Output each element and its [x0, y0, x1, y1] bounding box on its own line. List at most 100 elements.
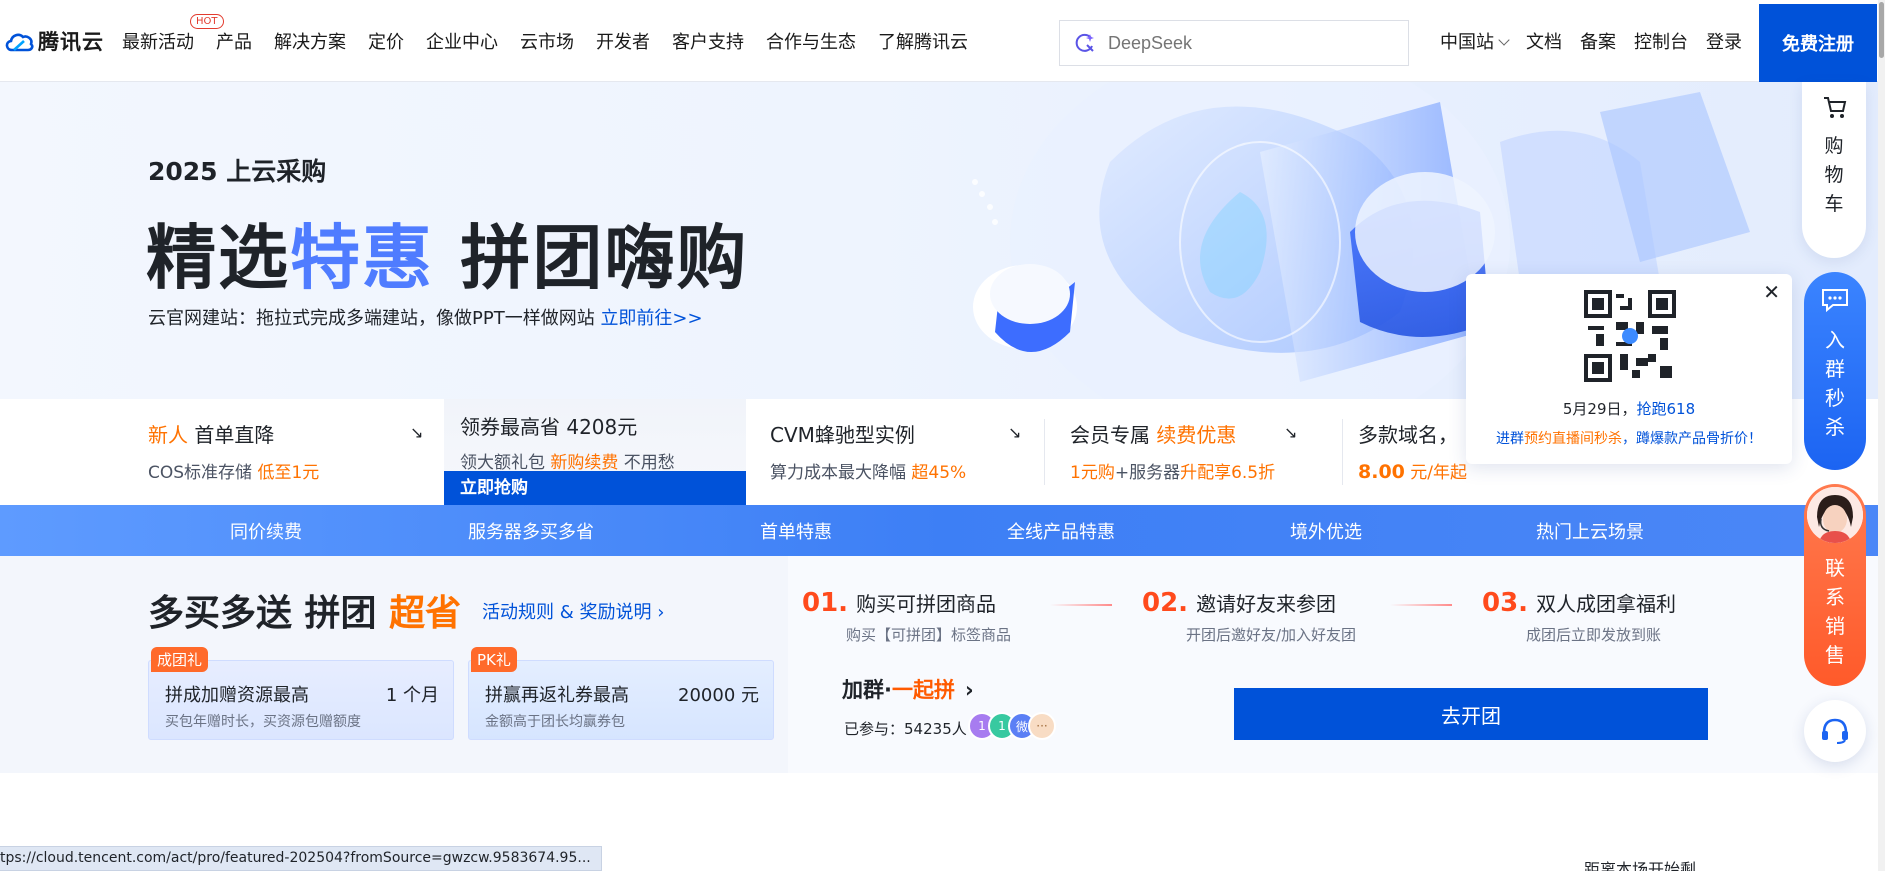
- promo-card-cvm[interactable]: CVM蜂驰型实例 算力成本最大降幅 超45% ↘: [770, 399, 1030, 505]
- hero-title-part3: 拼团嗨购: [434, 217, 749, 299]
- tab-same-price-renew[interactable]: 同价续费: [230, 518, 302, 544]
- tab-overseas[interactable]: 境外优选: [1290, 518, 1362, 544]
- promo-subtitle-text: 算力成本最大降幅: [770, 463, 912, 483]
- promo-title: CVM蜂驰型实例: [770, 423, 915, 447]
- docs-link[interactable]: 文档: [1526, 28, 1562, 54]
- popup-date-text: 5月29日，: [1562, 400, 1637, 418]
- tab-all-products[interactable]: 全线产品特惠: [1007, 518, 1115, 544]
- register-button[interactable]: 免费注册: [1759, 4, 1877, 82]
- promo-title-highlight: 新人: [148, 423, 188, 447]
- arrow-southeast-icon: ↘: [1284, 423, 1298, 442]
- nav-item-pricing[interactable]: 定价: [368, 28, 404, 54]
- tab-first-order[interactable]: 首单特惠: [760, 518, 832, 544]
- grab-now-button[interactable]: 立即抢购: [444, 471, 746, 505]
- top-nav: 腾讯云 最新活动 HOT 产品 解决方案 定价 企业中心 云市场 开发者 客户支持…: [0, 0, 1885, 82]
- promo-card-member[interactable]: 会员专属 续费优惠 1元购+服务器升配享6.5折 ↘: [1070, 399, 1304, 505]
- close-icon[interactable]: ✕: [1763, 280, 1780, 304]
- nav-item-support[interactable]: 客户支持: [672, 28, 744, 54]
- popup-date-link[interactable]: 抢跑618: [1637, 400, 1696, 418]
- login-link[interactable]: 登录: [1706, 28, 1742, 54]
- tencent-cloud-logo[interactable]: 腾讯云: [4, 26, 104, 56]
- popup-desc-highlight: 预约直播间秒杀: [1524, 431, 1622, 447]
- nav-item-partners[interactable]: 合作与生态: [766, 28, 856, 54]
- divider: [1342, 419, 1343, 485]
- promo-subtitle: COS标准存储 低至1元: [148, 458, 428, 483]
- hero-title: 精选特惠 拼团嗨购: [146, 202, 748, 303]
- step-title: 购买可拼团商品: [856, 592, 997, 616]
- promo-title: 新人 首单直降: [148, 419, 428, 448]
- customer-service-button[interactable]: [1804, 700, 1866, 762]
- nav-item-products[interactable]: 产品: [216, 28, 252, 54]
- joined-number: 54235人: [904, 720, 967, 738]
- promo-card-domain[interactable]: 多款域名， 8.00 元/年起: [1358, 399, 1468, 505]
- gift-card-pk: PK礼 拼赢再返礼券最高 20000 元 金额高于团长均赢券包: [468, 647, 774, 740]
- promo-card-newcomer[interactable]: 新人 首单直降 COS标准存储 低至1元 ↘: [148, 399, 428, 505]
- promo-subtitle-highlight-2: 升配享6.5折: [1180, 463, 1276, 483]
- promo-title-text: 首单直降: [188, 423, 275, 447]
- scrollbar-thumb[interactable]: [1879, 2, 1884, 58]
- scrollbar[interactable]: [1878, 0, 1885, 871]
- gift-card-group: 成团礼 拼成加赠资源最高 1 个月 买包年赠时长，买资源包赠额度: [148, 647, 454, 740]
- popup-date: 5月29日，抢跑618: [1466, 398, 1792, 419]
- console-link[interactable]: 控制台: [1634, 28, 1688, 54]
- join-group-link[interactable]: 加群·一起拼 ›: [842, 674, 974, 704]
- promo-subtitle-highlight: 低至1元: [257, 463, 320, 483]
- beian-link[interactable]: 备案: [1580, 28, 1616, 54]
- promo-price: 8.00: [1358, 461, 1405, 483]
- step-1: 01. 购买可拼团商品 购买【可拼团】标签商品: [802, 588, 1011, 645]
- join-group-label: 入 群 秒 杀: [1804, 326, 1866, 442]
- promo-title: 会员专属 续费优惠: [1070, 419, 1304, 448]
- promo-card-coupon[interactable]: 领券最高省 4208元 领大额礼包 新购续费 不用愁 立即抢购: [444, 399, 746, 505]
- open-group-button[interactable]: 去开团: [1234, 688, 1708, 740]
- main-nav: 最新活动 HOT 产品 解决方案 定价 企业中心 云市场 开发者 客户支持 合作与…: [122, 13, 968, 54]
- rules-link[interactable]: 活动规则 & 奖励说明 ›: [482, 598, 664, 624]
- contact-sales-label: 联 系 销 售: [1804, 554, 1866, 670]
- nav-item-developers[interactable]: 开发者: [596, 28, 650, 54]
- promo-subtitle-highlight: 超45%: [911, 463, 967, 483]
- right-nav: 中国站 文档 备案 控制台 登录: [1440, 0, 1742, 82]
- promo-subtitle: 领大额礼包 新购续费 不用愁: [460, 448, 746, 473]
- hero-desc-text: 云官网建站：拖拉式完成多端建站，像做PPT一样做网站: [148, 308, 601, 329]
- join-label-char: 群: [1825, 357, 1845, 381]
- brand-name: 腾讯云: [38, 29, 104, 54]
- search-input[interactable]: [1108, 32, 1368, 54]
- group-title-highlight: 超省: [389, 593, 462, 634]
- joined-count: 已参与：54235人: [844, 718, 967, 739]
- search-box[interactable]: [1059, 20, 1409, 66]
- region-label: 中国站: [1440, 32, 1494, 53]
- step-arrow: [1050, 604, 1112, 606]
- cart-label: 购 物 车: [1802, 132, 1866, 219]
- join-title-text: 加群·: [842, 678, 892, 702]
- contact-sales-widget[interactable]: 联 系 销 售: [1804, 484, 1866, 686]
- nav-item-about[interactable]: 了解腾讯云: [878, 28, 968, 54]
- promo-title: 多款域名，: [1358, 423, 1458, 447]
- step-title: 邀请好友来参团: [1196, 592, 1337, 616]
- tab-server-bulk[interactable]: 服务器多买多省: [468, 518, 594, 544]
- cart-label-char: 购: [1824, 135, 1844, 157]
- category-tab-bar: 同价续费 服务器多买多省 首单特惠 全线产品特惠 境外优选 热门上云场景: [0, 505, 1885, 556]
- sales-avatar: [1807, 487, 1863, 543]
- nav-item-enterprise[interactable]: 企业中心: [426, 28, 498, 54]
- tab-hot-scenarios[interactable]: 热门上云场景: [1536, 518, 1644, 544]
- ai-search-icon: [1075, 33, 1094, 52]
- promo-subtitle-highlight: 1元购: [1070, 463, 1115, 483]
- nav-item-latest[interactable]: 最新活动 HOT: [122, 13, 224, 54]
- nav-item-marketplace[interactable]: 云市场: [520, 28, 574, 54]
- status-url: tps://cloud.tencent.com/act/pro/featured…: [0, 846, 602, 871]
- step-note: 购买【可拼团】标签商品: [846, 626, 1012, 644]
- gift-name: 拼成加赠资源最高: [165, 685, 309, 706]
- promo-subtitle-text: +服务器: [1114, 463, 1181, 483]
- step-note: 成团后立即发放到账: [1526, 626, 1662, 644]
- nav-item-solutions[interactable]: 解决方案: [274, 28, 346, 54]
- hero-link[interactable]: 立即前往>>: [600, 308, 702, 329]
- joined-label: 已参与：: [844, 720, 905, 738]
- hero-subtitle: 2025 上云采购: [148, 157, 327, 186]
- join-group-widget[interactable]: 入 群 秒 杀: [1804, 272, 1866, 470]
- region-selector[interactable]: 中国站: [1440, 28, 1510, 54]
- gift-value: 20000 元: [678, 685, 759, 706]
- chat-icon: [1822, 289, 1848, 312]
- gift-note: 买包年赠时长，买资源包赠额度: [165, 714, 361, 730]
- cart-widget[interactable]: 购 物 车: [1802, 82, 1866, 258]
- step-3: 03. 双人成团拿福利 成团后立即发放到账: [1482, 588, 1676, 645]
- hero-title-part1: 精选: [146, 217, 290, 299]
